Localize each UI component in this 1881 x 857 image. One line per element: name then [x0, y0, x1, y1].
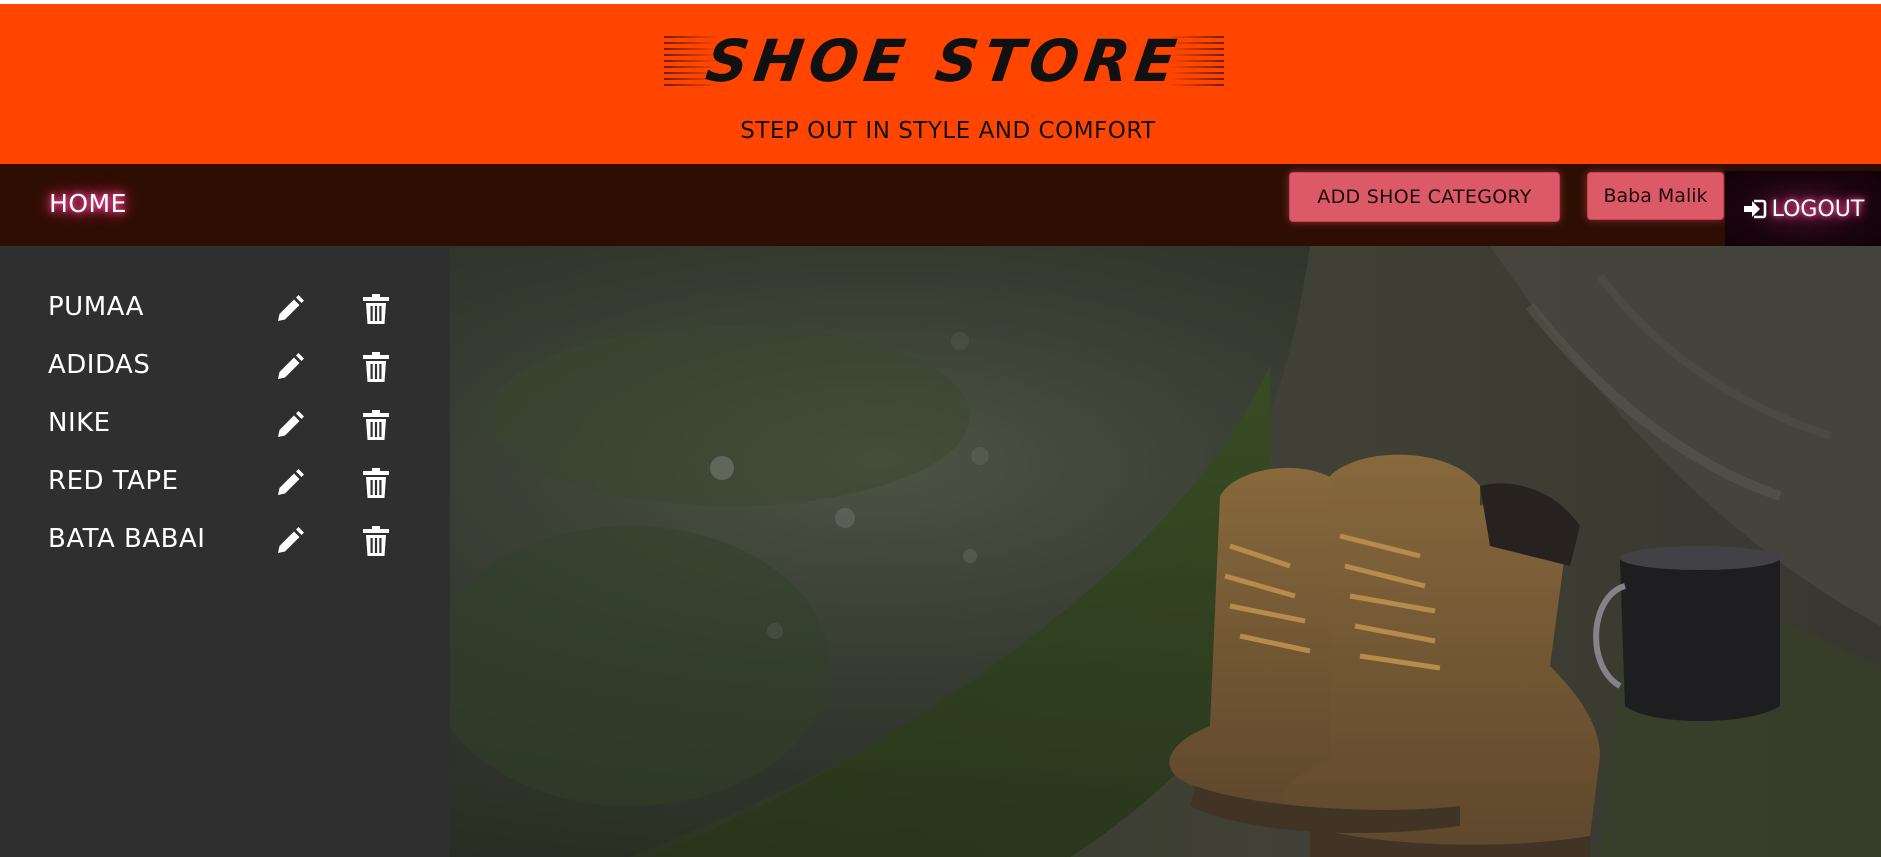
trash-icon[interactable] [361, 409, 391, 441]
boots-on-mossy-tree-photo [450, 246, 1881, 857]
category-name[interactable]: RED TAPE [48, 452, 179, 510]
trash-icon[interactable] [361, 351, 391, 383]
user-name-button[interactable]: Baba Malik [1587, 172, 1724, 220]
tagline: STEP OUT IN STYLE AND COMFORT [740, 118, 1156, 144]
category-name[interactable]: PUMAA [48, 278, 144, 336]
category-name[interactable]: BATA BABAI [48, 510, 205, 568]
pencil-icon[interactable] [274, 467, 306, 499]
category-item-pumaa: PUMAA [0, 278, 450, 336]
trash-icon[interactable] [361, 467, 391, 499]
category-item-red-tape: RED TAPE [0, 452, 450, 510]
category-item-adidas: ADIDAS [0, 336, 450, 394]
category-name[interactable]: NIKE [48, 394, 111, 452]
nav-home-link[interactable]: HOME [30, 178, 146, 228]
category-sidebar: PUMAA ADIDAS NIKE RED TAPE BATA BABAI [0, 246, 450, 857]
logout-label: LOGOUT [1771, 196, 1865, 222]
logo-text: SHOE STORE [702, 27, 1186, 95]
sign-in-arrow-icon [1742, 198, 1768, 220]
pencil-icon[interactable] [274, 409, 306, 441]
category-item-bata-babai: BATA BABAI [0, 510, 450, 568]
pencil-icon[interactable] [274, 351, 306, 383]
category-item-nike: NIKE [0, 394, 450, 452]
site-header: SHOE STORE STEP OUT IN STYLE AND COMFORT [0, 4, 1881, 164]
hero-image [450, 246, 1881, 857]
logout-button[interactable]: LOGOUT [1725, 171, 1881, 247]
pencil-icon[interactable] [274, 293, 306, 325]
site-logo: SHOE STORE [664, 26, 1224, 96]
pencil-icon[interactable] [274, 525, 306, 557]
trash-icon[interactable] [361, 293, 391, 325]
category-name[interactable]: ADIDAS [48, 336, 150, 394]
navbar: HOME ADD SHOE CATEGORY Baba Malik LOGOUT [0, 164, 1881, 247]
add-shoe-category-button[interactable]: ADD SHOE CATEGORY [1289, 172, 1560, 222]
trash-icon[interactable] [361, 525, 391, 557]
